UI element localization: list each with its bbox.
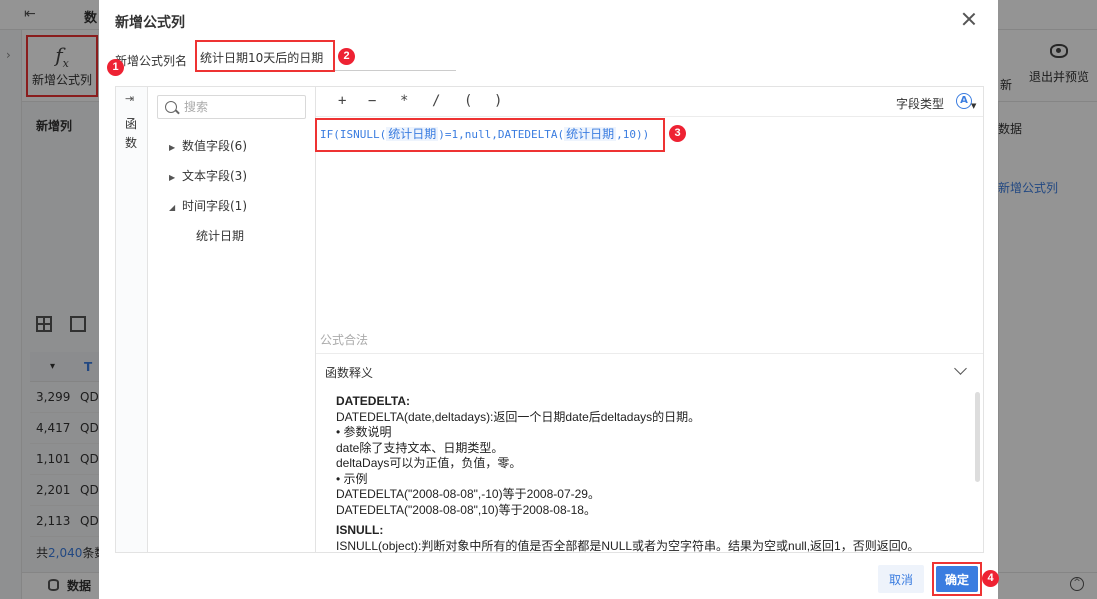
tree-time-fields[interactable]: ◢ 时间字段(1) [169, 197, 247, 214]
formula-panel: + − * / ( ) 字段类型 A ▼ IF(ISNULL(统计日期)=1,n… [316, 87, 983, 554]
explanation-line: ISNULL(object):判断对象中所有的值是否全部都是NULL或者为空字符… [336, 538, 920, 553]
field-panel: ▶ 数值字段(6) ▶ 文本字段(3) ◢ 时间字段(1) 统计日期 [148, 87, 316, 552]
formula-valid-status: 公式合法 [320, 333, 369, 347]
explanation-line: • 参数说明 [336, 425, 392, 439]
formula-part: )=1,null,DATEDELTA( [438, 128, 565, 141]
tree-text-fields[interactable]: ▶ 文本字段(3) [169, 167, 247, 184]
op-plus[interactable]: + [338, 93, 346, 109]
explanation-header: 函数释义 [325, 366, 374, 380]
formula-editor: ⇥ 函数 ▶ 数值字段(6) ▶ 文本字段(3) ◢ 时间字段(1) 统计日期 + −… [115, 86, 984, 553]
field-stat-date[interactable]: 统计日期 [196, 227, 244, 244]
formula-field-ref[interactable]: 统计日期 [386, 127, 439, 141]
function-rail-label: 函数 [125, 117, 138, 150]
explanation-fn-name: ISNULL: [336, 523, 384, 537]
step-badge-4: 4 [982, 570, 999, 587]
explanation-line: date除了支持文本、日期类型。 [336, 440, 504, 455]
field-search-input[interactable] [184, 99, 302, 115]
step-badge-1: 1 [107, 59, 124, 76]
dialog-title: 新增公式列 [115, 15, 185, 31]
explanation-body: DATEDELTA: DATEDELTA(date,deltadays):返回一… [336, 394, 966, 554]
tree-label: 数值字段(6) [182, 139, 247, 153]
op-minus[interactable]: − [368, 93, 376, 109]
caret-right-icon: ▶ [169, 143, 176, 152]
formula-part: ,10)) [616, 128, 650, 141]
explanation-line: DATEDELTA("2008-08-08",-10)等于2008-07-29。 [336, 487, 600, 501]
function-explanation: 函数释义 DATEDELTA: DATEDELTA(date,deltadays… [316, 353, 983, 554]
column-name-label: 新增公式列名 [115, 54, 188, 68]
field-type-label: 字段类型 [896, 97, 945, 111]
explanation-line: DATEDELTA(date,deltadays):返回一个日期date后del… [336, 409, 701, 424]
step-badge-3: 3 [669, 125, 686, 142]
function-rail[interactable]: ⇥ 函数 [116, 87, 148, 552]
formula-part: IF(ISNULL( [320, 128, 387, 141]
op-left-paren[interactable]: ( [464, 93, 472, 109]
op-right-paren[interactable]: ) [494, 93, 502, 109]
field-type-icon[interactable]: A [956, 93, 972, 109]
caret-down-icon: ◢ [169, 203, 176, 212]
explanation-line: DATEDELTA("2008-08-08",10)等于2008-08-18。 [336, 502, 596, 517]
step-badge-2: 2 [338, 48, 355, 65]
operator-bar: + − * / ( ) 字段类型 A ▼ [316, 87, 983, 117]
confirm-button[interactable]: 确定 [936, 566, 978, 592]
explanation-line: • 示例 [336, 471, 368, 486]
op-divide[interactable]: / [432, 93, 440, 109]
expand-functions-icon[interactable]: ⇥ [125, 92, 134, 105]
column-name-input[interactable] [196, 45, 456, 71]
explanation-scrollbar[interactable] [975, 392, 980, 482]
add-formula-column-dialog: 新增公式列 新增公式列名 1 2 ⇥ 函数 ▶ 数值字段(6) ▶ 文本字段(3) … [99, 0, 999, 599]
caret-right-icon: ▶ [169, 173, 176, 182]
tree-numeric-fields[interactable]: ▶ 数值字段(6) [169, 137, 247, 154]
field-search[interactable] [157, 95, 306, 119]
close-icon[interactable] [962, 12, 976, 26]
cancel-button[interactable]: 取消 [878, 565, 924, 593]
explanation-fn-name: DATEDELTA: [336, 394, 410, 408]
op-multiply[interactable]: * [400, 93, 408, 109]
field-type-caret-icon[interactable]: ▼ [971, 102, 976, 110]
formula-field-ref[interactable]: 统计日期 [564, 127, 617, 141]
search-icon [165, 101, 177, 113]
explanation-line: deltaDays可以为正值，负值，零。 [336, 456, 522, 470]
formula-text[interactable]: IF(ISNULL(统计日期)=1,null,DATEDELTA(统计日期 ,10… [320, 125, 649, 142]
chevron-down-icon[interactable] [954, 362, 967, 375]
tree-label: 文本字段(3) [182, 169, 247, 183]
tree-label: 时间字段(1) [182, 199, 247, 213]
